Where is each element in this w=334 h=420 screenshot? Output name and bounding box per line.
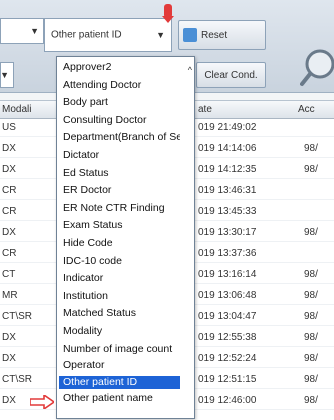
cell-acc: 98/ bbox=[304, 353, 318, 364]
cell-date: 019 13:30:17 bbox=[198, 227, 257, 238]
cell-acc: 98/ bbox=[304, 164, 318, 175]
dropdown-option[interactable]: Consulting Doctor bbox=[63, 114, 180, 127]
chevron-down-icon: ▼ bbox=[0, 70, 9, 80]
cell-modality: CT\SR bbox=[2, 311, 32, 322]
field-dropdown-list[interactable]: ^ Approver2 Attending Doctor Body part Cons… bbox=[56, 56, 195, 419]
cell-date: 019 13:37:36 bbox=[198, 248, 257, 259]
dropdown-option[interactable]: IDC-10 code bbox=[63, 255, 180, 268]
column-header-modality[interactable]: Modali bbox=[2, 104, 31, 115]
cell-date: 019 12:46:00 bbox=[198, 395, 257, 406]
cell-modality: DX bbox=[2, 332, 16, 343]
cell-date: 019 12:51:15 bbox=[198, 374, 257, 385]
dropdown-option[interactable]: ER Doctor bbox=[63, 184, 180, 197]
reset-button[interactable]: Reset bbox=[178, 20, 266, 50]
dropdown-option[interactable]: Matched Status bbox=[63, 307, 180, 320]
cell-acc: 98/ bbox=[304, 143, 318, 154]
clear-cond-button-label: Clear Cond. bbox=[204, 69, 258, 81]
dropdown-option[interactable]: ER Note CTR Finding bbox=[63, 202, 180, 215]
chevron-down-icon: ▼ bbox=[30, 26, 39, 36]
dropdown-option[interactable]: Dictator bbox=[63, 149, 180, 162]
reset-button-label: Reset bbox=[201, 29, 228, 41]
chevron-down-icon: ▼ bbox=[156, 30, 165, 40]
cell-acc: 98/ bbox=[304, 374, 318, 385]
dropdown-option[interactable]: Modality bbox=[63, 325, 180, 338]
cell-date: 019 21:49:02 bbox=[198, 122, 257, 133]
dropdown-option[interactable]: Other patient name bbox=[63, 392, 180, 405]
cell-modality: CR bbox=[2, 206, 17, 217]
dropdown-option[interactable]: Ed Status bbox=[63, 167, 180, 180]
cell-date: 019 13:16:14 bbox=[198, 269, 257, 280]
red-pointer-arrow-icon bbox=[30, 395, 54, 409]
dropdown-option[interactable]: Operator bbox=[63, 359, 180, 372]
cell-date: 019 12:55:38 bbox=[198, 332, 257, 343]
scroll-up-icon[interactable]: ^ bbox=[188, 65, 192, 75]
cell-date: 019 12:52:24 bbox=[198, 353, 257, 364]
cell-modality: CT\SR bbox=[2, 374, 32, 385]
cell-date: 019 13:04:47 bbox=[198, 311, 257, 322]
dropdown-option[interactable]: Other patient ID bbox=[59, 375, 180, 389]
cell-modality: US bbox=[2, 122, 16, 133]
column-header-date[interactable]: ate bbox=[198, 104, 212, 115]
cell-modality: CT bbox=[2, 269, 16, 280]
cell-modality: DX bbox=[2, 395, 16, 406]
cell-modality: CR bbox=[2, 248, 17, 259]
cell-modality: DX bbox=[2, 227, 16, 238]
cell-acc: 98/ bbox=[304, 395, 318, 406]
dropdown-option[interactable]: Number of image count bbox=[63, 343, 180, 356]
cell-acc: 98/ bbox=[304, 332, 318, 343]
dropdown-option[interactable]: Department(Branch of Servi bbox=[63, 131, 180, 144]
cell-modality: DX bbox=[2, 143, 16, 154]
dropdown-option[interactable]: Institution bbox=[63, 290, 180, 303]
clear-cond-button[interactable]: Clear Cond. bbox=[196, 62, 266, 88]
search-field-combo-value: Other patient ID bbox=[51, 29, 122, 41]
reset-icon bbox=[183, 28, 197, 42]
cell-acc: 98/ bbox=[304, 269, 318, 280]
left-combo-bottom[interactable]: ▼ bbox=[0, 62, 14, 88]
dropdown-option[interactable]: Hide Code bbox=[63, 237, 180, 250]
search-field-combo[interactable]: Other patient ID ▼ bbox=[44, 18, 172, 52]
cell-acc: 98/ bbox=[304, 311, 318, 322]
column-header-acc[interactable]: Acc bbox=[298, 104, 315, 115]
red-arrow-marker-icon bbox=[162, 4, 174, 23]
dropdown-option[interactable]: Body part bbox=[63, 96, 180, 109]
cell-date: 019 14:12:35 bbox=[198, 164, 257, 175]
dropdown-option[interactable]: Attending Doctor bbox=[63, 79, 180, 92]
cell-date: 019 13:06:48 bbox=[198, 290, 257, 301]
cell-date: 019 14:14:06 bbox=[198, 143, 257, 154]
cell-modality: DX bbox=[2, 353, 16, 364]
cell-modality: DX bbox=[2, 164, 16, 175]
search-icon[interactable] bbox=[300, 44, 334, 90]
cell-acc: 98/ bbox=[304, 290, 318, 301]
cell-modality: MR bbox=[2, 290, 18, 301]
cell-date: 019 13:46:31 bbox=[198, 185, 257, 196]
cell-date: 019 13:45:33 bbox=[198, 206, 257, 217]
left-combo-top[interactable]: ▼ bbox=[0, 18, 44, 44]
dropdown-option[interactable]: Exam Status bbox=[63, 219, 180, 232]
dropdown-option[interactable]: Indicator bbox=[63, 272, 180, 285]
dropdown-option[interactable]: Approver2 bbox=[63, 61, 180, 74]
cell-acc: 98/ bbox=[304, 227, 318, 238]
cell-modality: CR bbox=[2, 185, 17, 196]
